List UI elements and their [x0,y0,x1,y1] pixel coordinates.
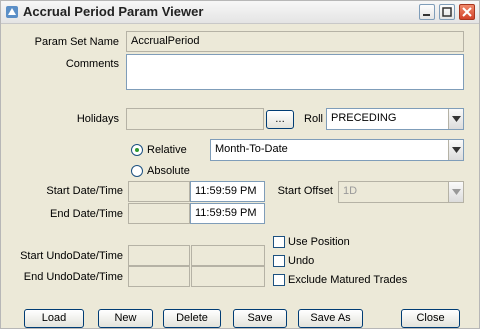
start-undo-datetime-label: Start UndoDate/Time [20,250,123,262]
comments-label: Comments [65,58,119,70]
end-time-field[interactable]: 11:59:59 PM [190,203,265,224]
holidays-label: Holidays [76,113,119,125]
close-icon [462,7,472,17]
relative-period-select[interactable]: Month-To-Date [210,139,464,161]
relative-radio[interactable] [131,144,143,156]
param-set-name-field[interactable]: AccrualPeriod [126,31,464,52]
end-undo-time-field[interactable] [191,266,265,287]
title-bar[interactable]: Accrual Period Param Viewer [1,1,479,24]
start-undo-time-field[interactable] [191,245,265,266]
close-button[interactable]: Close [401,309,460,328]
chevron-down-icon [451,116,461,122]
roll-dropdown-arrow[interactable] [448,109,463,129]
exclude-matured-trades-label[interactable]: Exclude Matured Trades [288,274,407,286]
use-position-label[interactable]: Use Position [288,236,350,248]
absolute-radio[interactable] [131,165,143,177]
chevron-down-icon [451,147,461,153]
end-undo-datetime-label: End UndoDate/Time [23,271,123,283]
roll-label: Roll [304,113,323,125]
absolute-label[interactable]: Absolute [147,165,190,177]
start-undo-date-field[interactable] [128,245,190,266]
relative-period-value: Month-To-Date [215,143,288,155]
relative-label[interactable]: Relative [147,144,187,156]
app-icon [6,6,18,18]
end-datetime-label: End Date/Time [50,208,123,220]
exclude-matured-trades-checkbox[interactable] [273,274,285,286]
use-position-checkbox[interactable] [273,236,285,248]
end-undo-date-field[interactable] [128,266,190,287]
roll-select[interactable]: PRECEDING [326,108,464,130]
close-window-button[interactable] [459,4,475,20]
relative-period-dropdown-arrow[interactable] [448,140,463,160]
start-offset-label: Start Offset [277,185,333,197]
param-viewer-window: Accrual Period Param Viewer Param Set Na… [0,0,480,329]
load-button[interactable]: Load [24,309,84,328]
param-set-name-label: Param Set Name [34,36,119,48]
maximize-button[interactable] [439,4,455,20]
undo-label[interactable]: Undo [288,255,314,267]
window-title: Accrual Period Param Viewer [23,4,204,19]
comments-field[interactable] [126,54,464,90]
start-datetime-label: Start Date/Time [46,185,123,197]
start-time-field[interactable]: 11:59:59 PM [190,181,265,202]
new-button[interactable]: New [98,309,153,328]
delete-button[interactable]: Delete [163,309,221,328]
start-offset-dropdown-arrow[interactable] [448,182,463,202]
start-offset-value: 1D [343,185,358,197]
chevron-down-icon [451,189,461,195]
start-offset-select[interactable]: 1D [338,181,464,203]
save-as-button[interactable]: Save As [298,309,363,328]
roll-selected-value: PRECEDING [331,112,397,124]
holidays-field[interactable] [126,108,264,130]
undo-checkbox[interactable] [273,255,285,267]
maximize-icon [442,7,452,17]
save-button[interactable]: Save [233,309,287,328]
start-date-field[interactable] [128,181,190,202]
end-date-field[interactable] [128,203,190,224]
holidays-browse-button[interactable]: ... [266,110,294,129]
minimize-icon [423,14,430,16]
minimize-button[interactable] [419,4,435,20]
